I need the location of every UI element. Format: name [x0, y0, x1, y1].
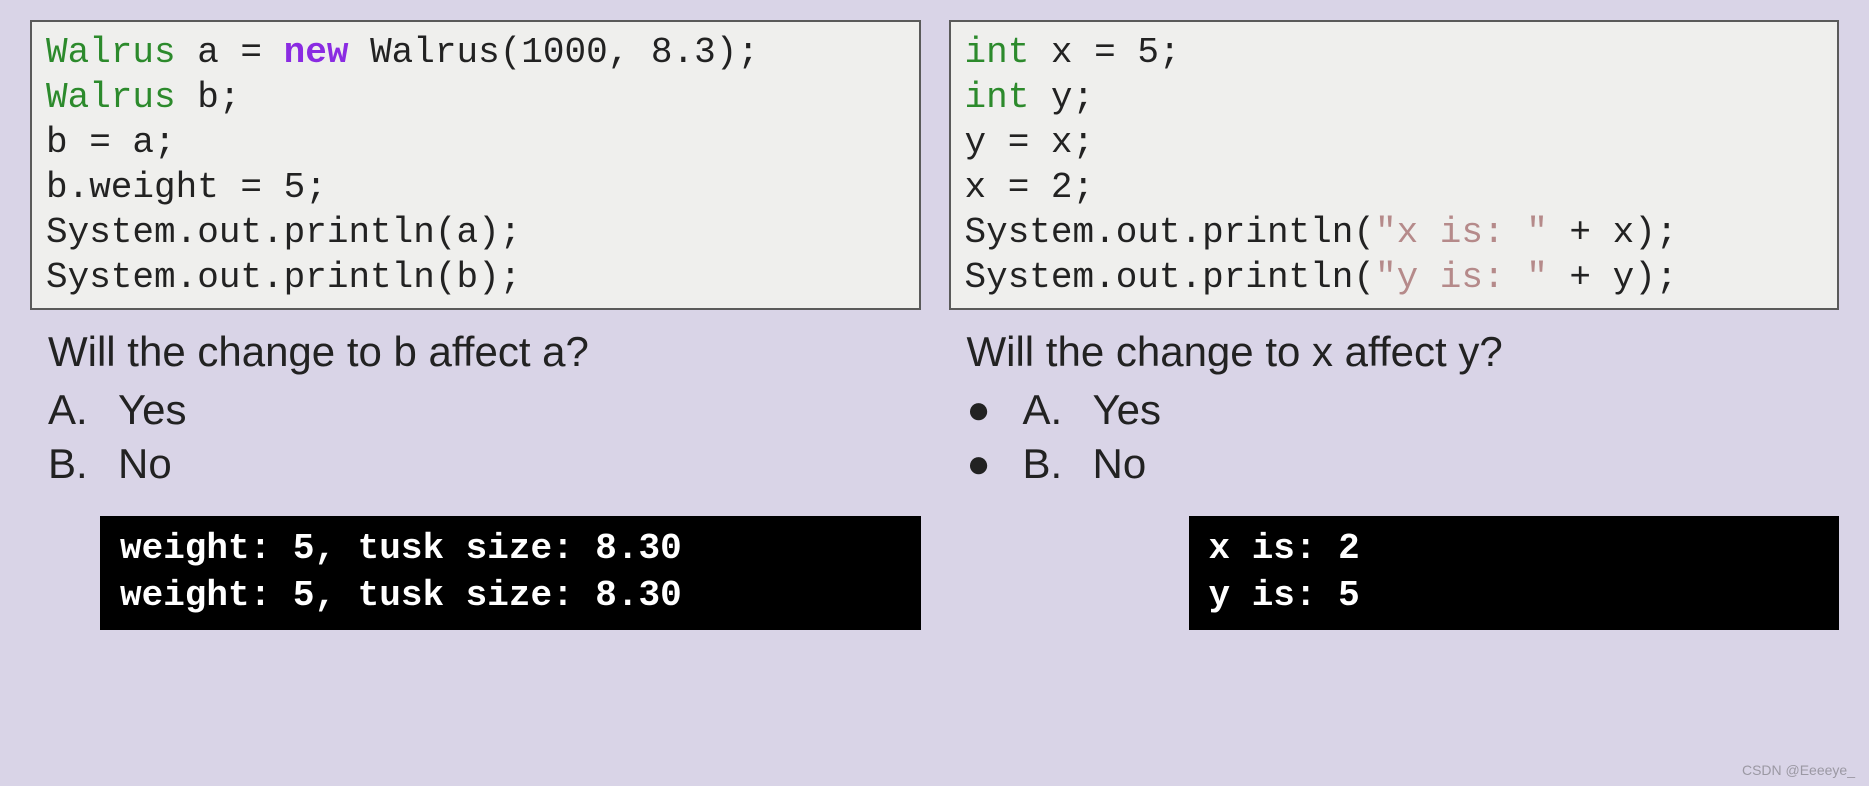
left-question: Will the change to b affect a? [48, 328, 921, 376]
code-token: y = x; [965, 122, 1095, 163]
code-token: int [965, 32, 1030, 73]
code-token: b; [176, 77, 241, 118]
code-token: y; [1029, 77, 1094, 118]
code-token: Walrus(1000, 8.3); [348, 32, 758, 73]
left-option-b: B. No [48, 440, 921, 488]
code-token: b = a; [46, 122, 176, 163]
code-token: new [284, 32, 349, 73]
left-output-box: weight: 5, tusk size: 8.30 weight: 5, tu… [100, 516, 921, 630]
right-options: ● A. Yes ● B. No [967, 386, 1840, 494]
code-token: x = 5; [1029, 32, 1180, 73]
option-text: No [118, 440, 172, 488]
right-option-a: ● A. Yes [967, 386, 1840, 434]
code-token: System.out.println(a); [46, 212, 521, 253]
option-text: Yes [1093, 386, 1162, 434]
right-code-box: int x = 5; int y; y = x; x = 2; System.o… [949, 20, 1840, 310]
code-token: + x); [1548, 212, 1678, 253]
option-letter: A. [48, 386, 118, 434]
left-column: Walrus a = new Walrus(1000, 8.3); Walrus… [30, 20, 921, 630]
code-token: Walrus [46, 32, 176, 73]
code-token: System.out.println(b); [46, 257, 521, 298]
left-option-a: A. Yes [48, 386, 921, 434]
option-letter: B. [1023, 440, 1093, 488]
code-token: b.weight = 5; [46, 167, 327, 208]
left-code-box: Walrus a = new Walrus(1000, 8.3); Walrus… [30, 20, 921, 310]
code-token: "x is: " [1375, 212, 1548, 253]
two-column-layout: Walrus a = new Walrus(1000, 8.3); Walrus… [30, 20, 1839, 630]
bullet-icon: ● [967, 388, 1023, 433]
code-token: "y is: " [1375, 257, 1548, 298]
code-token: + y); [1548, 257, 1678, 298]
right-output-box: x is: 2 y is: 5 [1189, 516, 1840, 630]
left-options: A. Yes B. No [48, 386, 921, 494]
option-letter: A. [1023, 386, 1093, 434]
option-text: Yes [118, 386, 187, 434]
code-token: System.out.println( [965, 257, 1375, 298]
bullet-icon: ● [967, 442, 1023, 487]
code-token: x = 2; [965, 167, 1095, 208]
code-token: a = [176, 32, 284, 73]
code-token: Walrus [46, 77, 176, 118]
code-token: System.out.println( [965, 212, 1375, 253]
right-question: Will the change to x affect y? [967, 328, 1840, 376]
option-text: No [1093, 440, 1147, 488]
code-token: int [965, 77, 1030, 118]
option-letter: B. [48, 440, 118, 488]
right-option-b: ● B. No [967, 440, 1840, 488]
right-column: int x = 5; int y; y = x; x = 2; System.o… [949, 20, 1840, 630]
watermark: CSDN @Eeeeye_ [1742, 762, 1855, 778]
